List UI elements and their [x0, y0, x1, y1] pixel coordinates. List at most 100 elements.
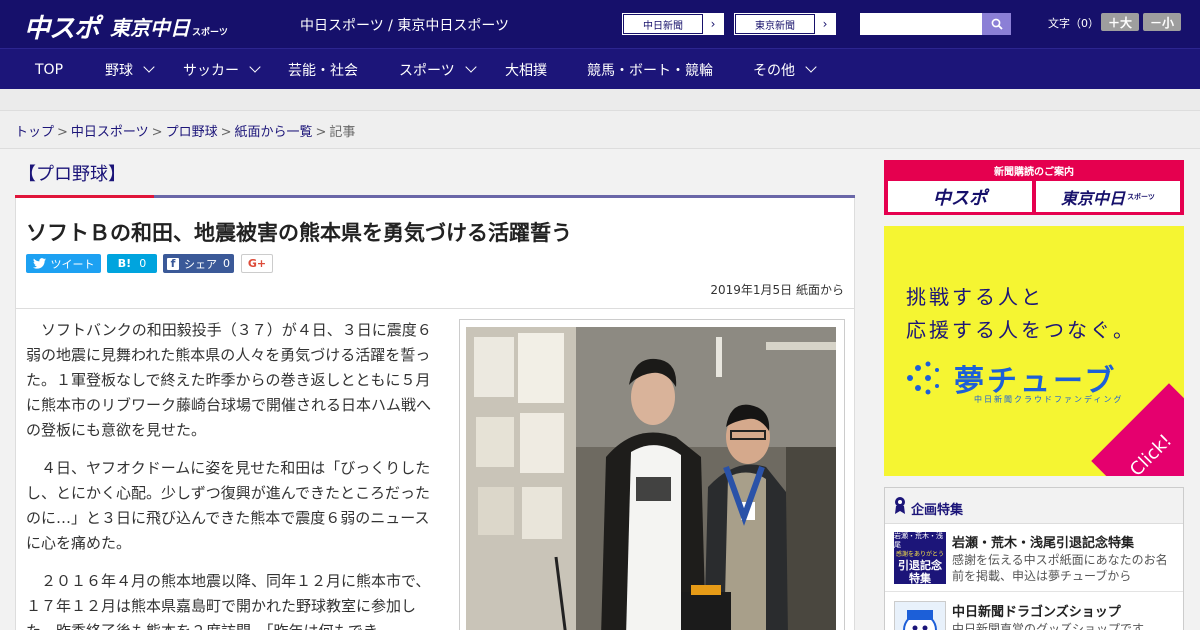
tokyo-logo-suffix: スポーツ [192, 28, 228, 38]
subscribe-tokyo-suffix: スポーツ [1127, 192, 1155, 201]
card-accent-purple [154, 195, 855, 198]
card-accent-red [15, 195, 154, 198]
chunichi-shimbun-link[interactable]: 中日新聞 › [622, 13, 724, 35]
breadcrumb-paper-list[interactable]: 紙面から一覧 [235, 125, 313, 140]
yume-tube-ad[interactable]: 挑戦する人と 応援する人をつなぐ。 夢チューブ 中日新聞クラウドファンディング … [884, 226, 1184, 476]
chunichi-shimbun-label: 中日新聞 [623, 14, 703, 34]
twitter-icon [32, 258, 46, 269]
hatena-icon: B! [117, 257, 132, 270]
font-bigger-button[interactable]: ＋大 [1101, 13, 1139, 31]
thumb-line: 岩瀬・荒木・浅尾 [894, 531, 943, 549]
subscribe-tokyo-link[interactable]: 東京中日 スポーツ [1036, 181, 1180, 212]
nav-label: サッカー [183, 62, 239, 79]
breadcrumb-separator: > [315, 125, 327, 140]
nav-label: その他 [753, 62, 795, 79]
breadcrumb-pro-baseball[interactable]: プロ野球 [166, 125, 218, 140]
feature-item[interactable]: 中日新聞ドラゴンズショップ 中日新聞直営のグッズショップです [885, 593, 1183, 630]
facebook-count: 0 [223, 257, 230, 270]
nav-item-entertainment[interactable]: 芸能・社会 [288, 49, 358, 90]
search-button[interactable] [982, 13, 1011, 35]
tweet-button[interactable]: ツイート [26, 254, 101, 273]
chevron-right-icon: › [822, 17, 828, 31]
tokyo-chunichi-logo[interactable]: 東京中日 スポーツ [110, 12, 228, 41]
article-photo[interactable] [466, 327, 836, 630]
feature-item-desc: 中日新聞直営のグッズショップです [952, 622, 1145, 630]
tweet-label: ツイート [50, 257, 95, 271]
article-paragraph: ２０１６年４月の熊本地震以降、同年１２月に熊本市で、１７年１２月は熊本県嘉島町で… [26, 572, 431, 630]
nav-item-top[interactable]: TOP [35, 49, 63, 90]
chevron-down-icon [465, 61, 477, 73]
breadcrumb: トップ > 中日スポーツ > プロ野球 > 紙面から一覧 > 記事 [15, 121, 355, 140]
breadcrumb-chunichi-sports[interactable]: 中日スポーツ [71, 125, 149, 140]
site-name: 中日スポーツ / 東京中日スポーツ [300, 18, 510, 34]
thumb-line: 引退記念 [898, 558, 942, 572]
font-smaller-button[interactable]: －小 [1143, 13, 1181, 31]
breadcrumb-bar: トップ > 中日スポーツ > プロ野球 > 紙面から一覧 > 記事 [0, 111, 1200, 149]
search-input[interactable] [860, 13, 982, 35]
main-nav: TOP 野球 サッカー 芸能・社会 スポーツ 大相撲 競馬・ボート・競輪 その他 [0, 48, 1200, 89]
article-body: ソフトバンクの和田毅投手（３７）が４日、３日に震度６弱の地震に見舞われた熊本県の… [26, 318, 444, 630]
nav-label: 芸能・社会 [288, 62, 358, 79]
subscribe-chuspo-link[interactable]: 中スポ [888, 181, 1032, 212]
breadcrumb-top[interactable]: トップ [15, 125, 54, 140]
article-date: 2019年1月5日 紙面から [710, 283, 844, 297]
nav-item-baseball[interactable]: 野球 [105, 49, 155, 90]
ad-line-1: 挑戦する人と [906, 285, 1044, 309]
sub-nav-strip [0, 89, 1200, 111]
breadcrumb-separator: > [151, 125, 163, 140]
subscription-title: 新聞購読のご案内 [994, 167, 1074, 178]
article-photo-image [466, 327, 836, 630]
feature-thumbnail: 岩瀬・荒木・浅尾 感謝をありがとう 引退記念 特集 [894, 531, 946, 585]
yume-tube-subtitle: 中日新聞クラウドファンディング [974, 395, 1124, 404]
thumb-line: 特集 [909, 571, 931, 585]
feature-item-title: 岩瀬・荒木・浅尾引退記念特集 [952, 536, 1135, 551]
facebook-share-button[interactable]: f シェア 0 [163, 254, 234, 273]
nav-item-sports[interactable]: スポーツ [399, 49, 477, 90]
site-header: 中スポ 東京中日 スポーツ 中日スポーツ / 東京中日スポーツ 中日新聞 › 東京… [0, 0, 1200, 48]
hatena-button[interactable]: B! 0 [107, 254, 157, 273]
feature-item-desc: 感謝を伝える中スポ紙面にあなたのお名前を掲載、申込は夢チューブから [952, 553, 1168, 583]
nav-label: 競馬・ボート・競輪 [587, 62, 713, 79]
feature-item[interactable]: 岩瀬・荒木・浅尾 感謝をありがとう 引退記念 特集 岩瀬・荒木・浅尾引退記念特集… [885, 524, 1183, 592]
article-headline: ソフトＢの和田、地震被害の熊本県を勇気づける活躍誓う [26, 221, 572, 245]
tokyo-logo-text: 東京中日 [110, 16, 190, 40]
ad-line-2: 応援する人をつなぐ。 [906, 318, 1136, 342]
font-size-label: 文字（0） [1048, 17, 1099, 30]
feature-title: 企画特集 [911, 503, 964, 518]
article-paragraph: ４日、ヤフオクドームに姿を見せた和田は「びっくりしたし、とにかく心配。少しずつ復… [26, 459, 431, 552]
thumb-line: 感謝をありがとう [895, 550, 944, 558]
section-title: 【プロ野球】 [18, 164, 126, 185]
breadcrumb-current: 記事 [329, 125, 356, 140]
nav-item-sumo[interactable]: 大相撲 [505, 49, 547, 90]
subscription-box: 新聞購読のご案内 中スポ 東京中日 スポーツ [884, 160, 1184, 215]
google-plus-button[interactable]: G+ [241, 254, 273, 273]
nav-label: 野球 [105, 62, 133, 79]
nav-item-racing[interactable]: 競馬・ボート・競輪 [587, 49, 713, 90]
nav-item-soccer[interactable]: サッカー [183, 49, 261, 90]
tokyo-shimbun-label: 東京新聞 [735, 14, 815, 34]
chevron-down-icon [143, 61, 155, 73]
nav-label: TOP [35, 61, 64, 78]
subscribe-tokyo-text: 東京中日 [1061, 188, 1126, 208]
nav-item-other[interactable]: その他 [753, 49, 817, 90]
chevron-right-icon: › [710, 17, 716, 31]
tokyo-shimbun-link[interactable]: 東京新聞 › [734, 13, 836, 35]
chevron-down-icon [805, 61, 817, 73]
breadcrumb-separator: > [220, 125, 232, 140]
feature-header: 企画特集 [885, 488, 1183, 524]
dragons-shop-thumbnail [894, 601, 946, 630]
ribbon-icon [895, 497, 905, 514]
dragons-mascot-icon [895, 602, 945, 630]
feature-box: 企画特集 岩瀬・荒木・浅尾 感謝をありがとう 引退記念 特集 岩瀬・荒木・浅尾引… [884, 487, 1184, 630]
yume-tube-icon [907, 361, 939, 395]
article-paragraph: ソフトバンクの和田毅投手（３７）が４日、３日に震度６弱の地震に見舞われた熊本県の… [26, 321, 432, 439]
facebook-icon: f [167, 257, 179, 270]
card-divider [16, 308, 854, 309]
chuspo-logo[interactable]: 中スポ [24, 8, 100, 45]
hatena-count: 0 [139, 257, 147, 270]
search-icon [991, 18, 1003, 30]
feature-item-title: 中日新聞ドラゴンズショップ [952, 605, 1121, 620]
chevron-down-icon [249, 61, 261, 73]
facebook-label: シェア [184, 257, 217, 271]
nav-label: スポーツ [399, 62, 455, 79]
